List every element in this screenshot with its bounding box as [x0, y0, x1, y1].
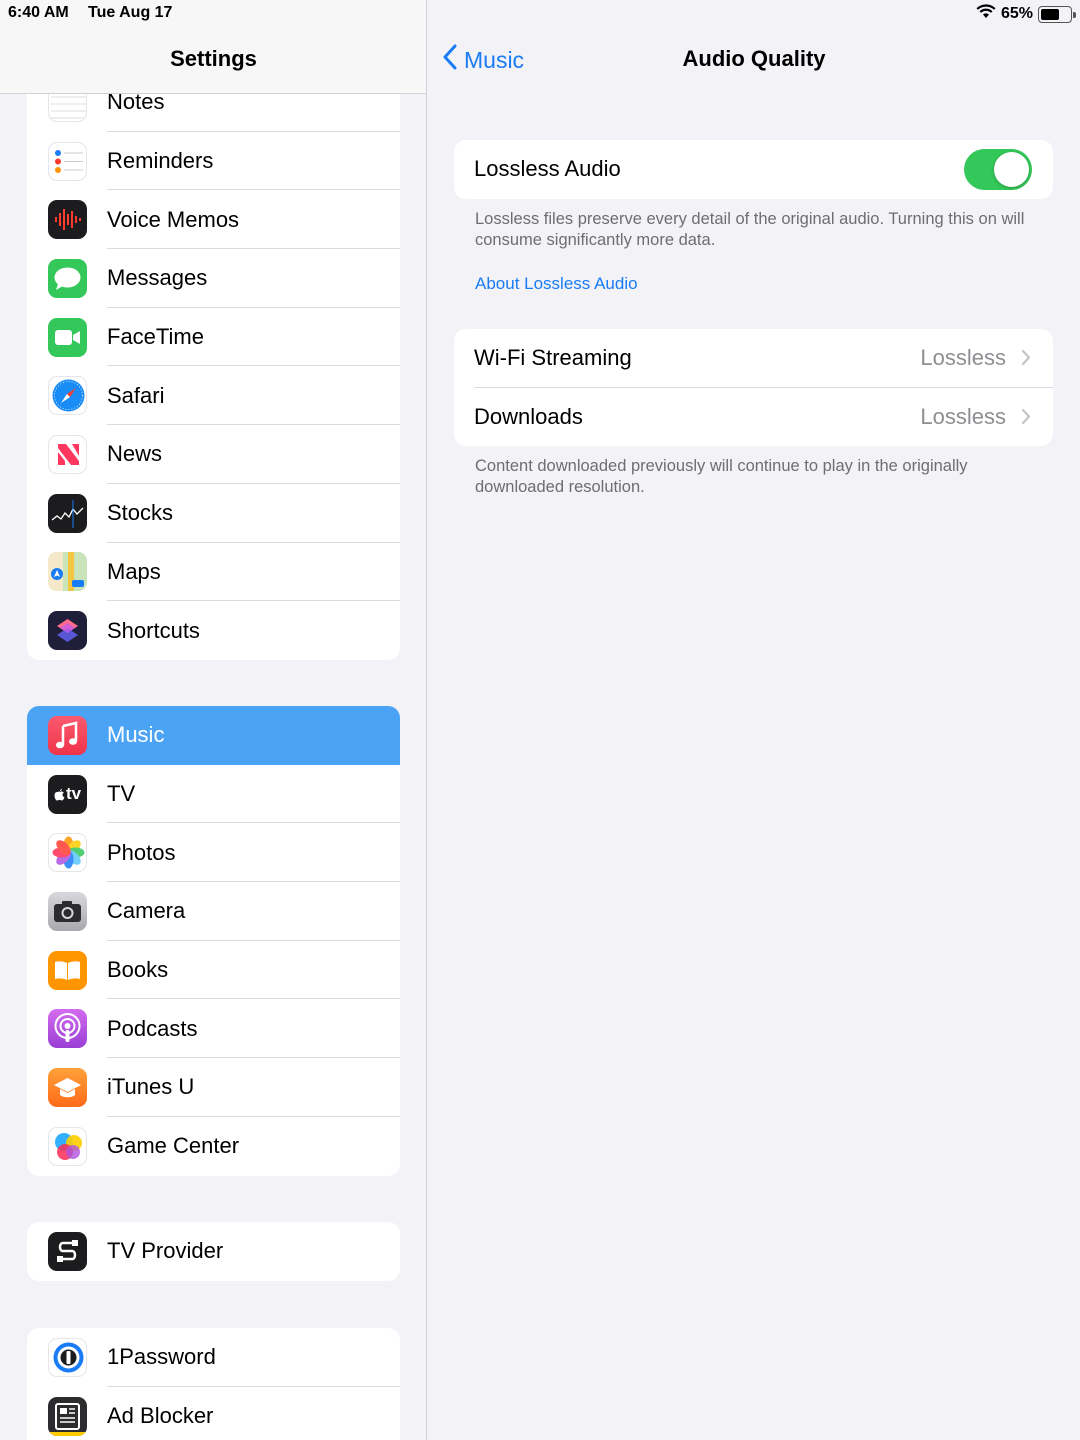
sidebar-item-itunes-u[interactable]: iTunes U: [27, 1058, 400, 1117]
sidebar-item-game-center[interactable]: Game Center: [27, 1117, 400, 1176]
page-title: Audio Quality: [682, 46, 826, 71]
sidebar-item-maps[interactable]: Maps: [27, 543, 400, 602]
sidebar-item-tv-provider[interactable]: TV Provider: [27, 1222, 400, 1281]
itunes-u-icon: [48, 1067, 87, 1107]
sidebar-item-label: iTunes U: [107, 1074, 195, 1100]
downloads-row[interactable]: Downloads Lossless: [454, 388, 1053, 447]
settings-group-tv-provider: TV Provider: [27, 1222, 400, 1281]
status-date: Tue Aug 17: [88, 4, 173, 21]
sidebar-item-label: Maps: [107, 558, 161, 584]
sidebar-item-label: 1Password: [107, 1344, 216, 1370]
lossless-audio-row: Lossless Audio: [454, 140, 1053, 199]
sidebar-item-safari[interactable]: Safari: [27, 366, 400, 426]
downloads-label: Downloads: [474, 403, 583, 429]
sidebar-item-label: TV Provider: [107, 1238, 224, 1264]
sidebar-item-messages[interactable]: Messages: [27, 249, 400, 308]
sidebar-item-tv[interactable]: tv TV: [27, 765, 400, 824]
chevron-right-icon: [1021, 349, 1031, 371]
sidebar-item-label: Shortcuts: [107, 617, 200, 643]
news-icon: [48, 434, 87, 474]
maps-icon: [48, 552, 87, 592]
sidebar-item-label: FaceTime: [107, 324, 204, 350]
sidebar-item-label: Messages: [107, 265, 208, 291]
reminders-icon: [48, 141, 87, 181]
sidebar-item-label: TV: [107, 781, 136, 807]
lossless-footnote: Lossless files preserve every detail of …: [475, 210, 1025, 249]
ad-blocker-icon: [48, 1396, 87, 1436]
sidebar-item-news[interactable]: News: [27, 425, 400, 484]
sidebar-item-books[interactable]: Books: [27, 941, 400, 1000]
sidebar-item-label: Game Center: [107, 1133, 240, 1159]
lossless-audio-label: Lossless Audio: [474, 156, 621, 182]
sidebar-item-label: Camera: [107, 898, 186, 924]
stocks-icon: [48, 493, 87, 533]
tv-provider-icon: [48, 1231, 87, 1271]
messages-icon: [48, 258, 87, 298]
battery-percent: 65%: [1000, 5, 1033, 22]
about-lossless-link[interactable]: About Lossless Audio: [475, 274, 638, 294]
lossless-card: Lossless Audio: [454, 140, 1053, 199]
safari-icon: [48, 376, 87, 416]
chevron-right-icon: [1021, 408, 1031, 430]
downloads-footnote: Content downloaded previously will conti…: [475, 457, 968, 496]
status-indicators: 65%: [976, 4, 1076, 24]
sidebar-item-facetime[interactable]: FaceTime: [27, 308, 400, 367]
tv-icon: tv: [48, 774, 87, 814]
downloads-value: Lossless: [920, 403, 1006, 429]
lossless-audio-toggle[interactable]: [964, 149, 1032, 190]
sidebar-item-label: Books: [107, 957, 169, 983]
sidebar-item-podcasts[interactable]: Podcasts: [27, 999, 400, 1059]
settings-group-apps-1: Notes Reminders Voice Memos Messages Fac…: [27, 73, 400, 660]
tv-icon-text: tv: [65, 784, 82, 804]
music-icon: [48, 715, 87, 755]
quality-card: Wi-Fi Streaming Lossless Downloads Lossl…: [454, 329, 1053, 446]
status-time: 6:40 AM: [8, 4, 69, 21]
sidebar-item-label: Reminders: [107, 148, 214, 174]
sidebar-item-ad-blocker[interactable]: Ad Blocker: [27, 1387, 400, 1440]
wifi-streaming-value: Lossless: [920, 345, 1006, 371]
1password-icon: [48, 1337, 87, 1377]
shortcuts-icon: [48, 611, 87, 651]
voice-memos-icon: [48, 200, 87, 240]
sidebar-item-1password[interactable]: 1Password: [27, 1328, 400, 1387]
facetime-icon: [48, 317, 87, 357]
sidebar-item-camera[interactable]: Camera: [27, 882, 400, 941]
photos-icon: [48, 833, 87, 873]
sidebar-item-label: Voice Memos: [107, 206, 240, 232]
detail-pane: Music Audio Quality Lossless Audio Lossl…: [428, 0, 1080, 1440]
sidebar-item-label: Music: [107, 722, 165, 748]
podcasts-icon: [48, 1009, 87, 1049]
settings-group-apps-2: Music tv TV Photos Camera Books Podcasts…: [27, 706, 400, 1176]
camera-icon: [48, 891, 87, 931]
sidebar-item-voice-memos[interactable]: Voice Memos: [27, 190, 400, 250]
sidebar-item-stocks[interactable]: Stocks: [27, 484, 400, 543]
sidebar-item-label: News: [107, 441, 163, 467]
sidebar-item-label: Ad Blocker: [107, 1403, 214, 1429]
books-icon: [48, 950, 87, 990]
sidebar-item-photos[interactable]: Photos: [27, 823, 400, 883]
battery-icon: [1038, 5, 1076, 23]
wifi-streaming-label: Wi-Fi Streaming: [474, 345, 632, 371]
sidebar-item-label: Safari: [107, 382, 165, 408]
sidebar-item-label: Podcasts: [107, 1015, 198, 1041]
sidebar-item-label: Stocks: [107, 500, 174, 526]
sidebar-title: Settings: [170, 46, 257, 71]
settings-sidebar: Settings Notes Reminders Voice Memos Mes…: [0, 0, 427, 1440]
wifi-streaming-row[interactable]: Wi-Fi Streaming Lossless: [454, 329, 1053, 388]
sidebar-item-shortcuts[interactable]: Shortcuts: [27, 601, 400, 660]
game-center-icon: [48, 1126, 87, 1166]
settings-group-third-party: 1Password Ad Blocker: [27, 1328, 400, 1440]
wifi-icon: [976, 4, 996, 24]
status-bar: 6:40 AM Tue Aug 17 65%: [0, 0, 1080, 28]
sidebar-item-label: Photos: [107, 839, 176, 865]
sidebar-item-reminders[interactable]: Reminders: [27, 132, 400, 191]
sidebar-item-music[interactable]: Music: [27, 706, 400, 765]
